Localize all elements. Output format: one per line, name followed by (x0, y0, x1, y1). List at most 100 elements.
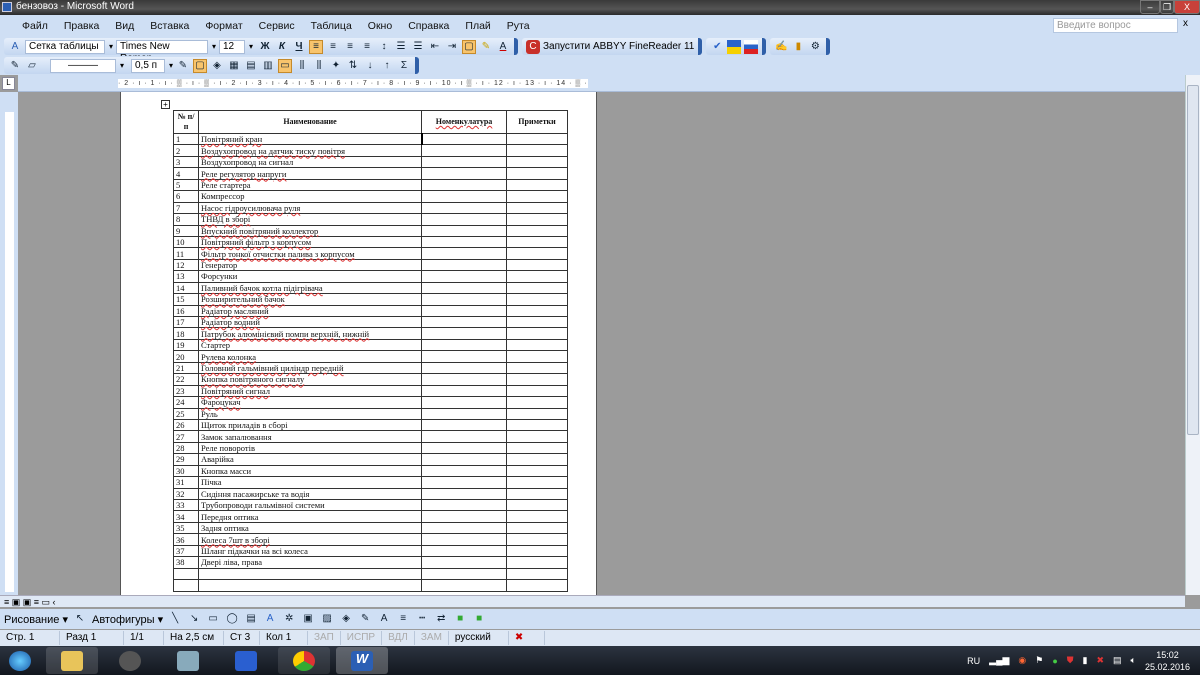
row-name[interactable]: Компрессор (198, 190, 422, 203)
row-number[interactable]: 19 (173, 338, 199, 352)
line-icon[interactable]: ╲ (168, 612, 182, 626)
menu-tools[interactable]: Сервис (251, 20, 303, 32)
maximize-button[interactable]: ❐ (1160, 0, 1174, 14)
bullets-icon[interactable]: ☰ (411, 40, 425, 54)
menu-insert[interactable]: Вставка (142, 20, 197, 32)
row-notes[interactable] (506, 453, 568, 466)
signal-icon[interactable]: ▂▄▆ (989, 655, 1009, 666)
autoshapes-menu[interactable]: Автофигуры ▾ (92, 613, 163, 626)
row-name[interactable]: Воздухопровод на сигнал (198, 155, 422, 169)
row-number[interactable]: 3 (173, 155, 199, 169)
row-notes[interactable] (506, 510, 568, 523)
row-number[interactable]: 13 (173, 270, 199, 283)
row-notes[interactable] (506, 258, 568, 272)
row-notes[interactable] (506, 304, 568, 318)
empty-cell[interactable] (421, 567, 507, 581)
empty-cell[interactable] (506, 579, 568, 592)
row-notes[interactable] (506, 373, 568, 386)
style-select[interactable]: Сетка таблицы (25, 39, 113, 54)
row-name[interactable]: Щиток приладів в сборі (198, 418, 422, 432)
row-nomenclature[interactable] (421, 521, 507, 535)
font-size-select[interactable]: 12 (219, 39, 253, 54)
row-notes[interactable] (506, 281, 568, 295)
row-number[interactable]: 26 (173, 418, 199, 432)
row-nomenclature[interactable] (421, 338, 507, 352)
row-number[interactable]: 2 (173, 144, 199, 157)
merge-cells-icon[interactable]: ▤ (244, 59, 258, 73)
menu-edit[interactable]: Правка (56, 20, 107, 32)
vertical-scrollbar[interactable] (1185, 75, 1200, 595)
row-number[interactable]: 10 (173, 235, 199, 249)
distribute-columns-icon[interactable]: ⫼ (312, 59, 326, 73)
underline-button[interactable]: Ч (292, 40, 306, 54)
row-number[interactable]: 21 (173, 361, 199, 375)
row-nomenclature[interactable] (421, 155, 507, 169)
document-page[interactable]: + № п/п Наименование Номенкулатура Приме… (120, 92, 597, 595)
row-name[interactable]: Колеса 7шт в зборі (198, 533, 422, 546)
row-nomenclature[interactable] (421, 293, 507, 306)
row-notes[interactable] (506, 476, 568, 489)
row-name[interactable]: Стартер (198, 338, 422, 352)
row-number[interactable]: 31 (173, 476, 199, 489)
row-name[interactable]: Реле стартера (198, 178, 422, 192)
justify-icon[interactable]: ≡ (360, 40, 374, 54)
row-nomenclature[interactable] (421, 476, 507, 489)
row-notes[interactable] (506, 464, 568, 478)
antivirus-icon[interactable]: ◉ (1018, 655, 1026, 666)
row-number[interactable]: 6 (173, 190, 199, 203)
empty-cell[interactable] (421, 579, 507, 592)
row-notes[interactable] (506, 544, 568, 558)
font-select[interactable]: Times New Roman (116, 39, 216, 64)
numbering-icon[interactable]: ☰ (394, 40, 408, 54)
row-nomenclature[interactable] (421, 224, 507, 237)
view-mode-icons[interactable]: ≡ ▣ ▣ ≡ ▭ ‹ (4, 597, 56, 607)
row-number[interactable]: 4 (173, 167, 199, 180)
word-taskbar-icon[interactable]: W (336, 647, 388, 674)
textbox-icon[interactable]: ▤ (244, 612, 258, 626)
row-number[interactable]: 28 (173, 441, 199, 455)
fill-color-icon[interactable]: ◈ (339, 612, 353, 626)
row-name[interactable]: Повітряний кран (198, 132, 422, 146)
translate-icon[interactable]: ✍ (774, 40, 788, 54)
row-notes[interactable] (506, 224, 568, 237)
dash-style-icon[interactable]: ┅ (415, 612, 429, 626)
picture-icon[interactable]: ▨ (320, 612, 334, 626)
row-notes[interactable] (506, 201, 568, 215)
row-name[interactable]: ТНВД в зборі (198, 213, 422, 226)
align-right-icon[interactable]: ≡ (343, 40, 357, 54)
row-name[interactable]: Радіатор водний (198, 315, 422, 329)
row-name[interactable]: Шланг підкачки на всі колеса (198, 544, 422, 558)
row-number[interactable]: 15 (173, 293, 199, 306)
row-name[interactable]: Руль (198, 407, 422, 420)
row-name[interactable]: Фароцукач (198, 396, 422, 409)
line-weight-select[interactable]: 0,5 п (131, 58, 173, 73)
row-name[interactable]: Розширительний бачок (198, 293, 422, 306)
row-number[interactable]: 30 (173, 464, 199, 478)
dictionary-icon[interactable]: ▮ (791, 40, 805, 54)
row-number[interactable]: 25 (173, 407, 199, 420)
network-taskbar-icon[interactable] (162, 647, 214, 674)
row-name[interactable]: Замок запалювання (198, 430, 422, 443)
row-nomenclature[interactable] (421, 464, 507, 478)
styles-icon[interactable]: A (8, 40, 22, 54)
row-nomenclature[interactable] (421, 510, 507, 523)
row-number[interactable]: 9 (173, 224, 199, 237)
row-nomenclature[interactable] (421, 384, 507, 398)
menu-help[interactable]: Справка (400, 20, 457, 32)
highlight-icon[interactable]: ✎ (479, 40, 493, 54)
row-name[interactable]: Двері ліва, права (198, 556, 422, 569)
line-color-icon[interactable]: ✎ (358, 612, 372, 626)
explorer-taskbar-icon[interactable] (46, 647, 98, 674)
row-notes[interactable] (506, 338, 568, 352)
row-notes[interactable] (506, 556, 568, 569)
draw-table-icon[interactable]: ✎ (8, 59, 22, 73)
row-number[interactable]: 12 (173, 258, 199, 272)
status-extend[interactable]: ВДЛ (382, 631, 415, 645)
row-number[interactable]: 34 (173, 510, 199, 523)
sort-ascending-icon[interactable]: ↓ (363, 59, 377, 73)
row-name[interactable]: Пічка (198, 476, 422, 489)
italic-button[interactable]: К (275, 40, 289, 54)
text-direction-icon[interactable]: ⇅ (346, 59, 360, 73)
row-name[interactable]: Повітряний фільтр з корпусом (198, 235, 422, 249)
abbyy-button[interactable]: Запустити ABBYY FineReader 11 (543, 41, 694, 52)
